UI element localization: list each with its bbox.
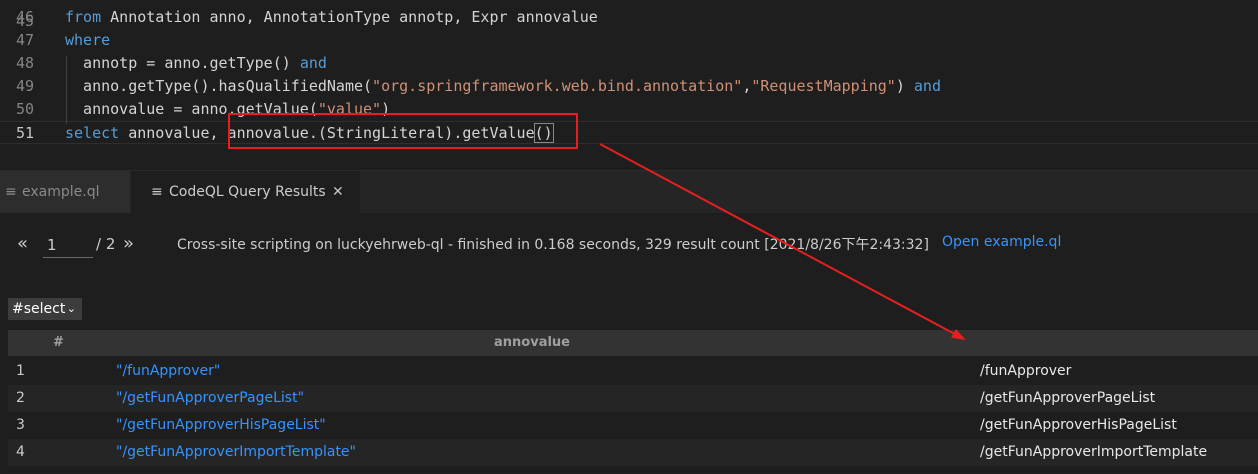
code-line[interactable]: 47 where [0,29,1258,52]
line-number: 46 [15,8,34,26]
highlight-box-annotation [228,113,578,149]
code-token: annotp = anno.getType() [65,54,300,72]
result-location-link[interactable]: "/getFunApproverHisPageList" [116,412,326,439]
code-token: , [742,77,752,95]
table-row: 1 "/funApprover" /funApprover [8,358,1258,385]
line-number: 50 [15,100,34,118]
table-row: 3 "/getFunApproverHisPageList" /getFunAp… [8,412,1258,439]
result-value: /funApprover [980,363,1072,379]
code-token: from [65,8,102,26]
line-number: 48 [15,54,34,72]
prev-page-button[interactable]: « [17,233,28,254]
result-set-selected-value: #select [12,301,66,317]
code-line[interactable]: 49 anno.getType().hasQualifiedName("org.… [0,75,1258,98]
row-index: 1 [16,363,25,379]
result-set-select[interactable]: #select ⌄ [8,298,82,320]
code-token: select [65,124,120,142]
result-location-link[interactable]: "/getFunApproverPageList" [116,385,304,412]
result-value: /getFunApproverPageList [980,390,1156,406]
code-token: and [913,77,941,95]
code-token: where [65,31,111,49]
code-text: where [65,29,110,52]
line-number: 47 [15,31,34,49]
page-number-input[interactable] [43,232,93,258]
line-number: 51 [15,124,34,142]
table-row: 2 "/getFunApproverPageList" /getFunAppro… [8,385,1258,412]
code-text: anno.getType().hasQualifiedName("org.spr… [65,75,941,98]
file-lines-icon: ≡ [5,184,17,200]
tab-example-ql[interactable]: ≡ example.ql [0,171,130,213]
code-line[interactable]: 50 annovalue = anno.getValue("value") [0,98,1258,121]
close-icon[interactable]: ✕ [332,171,344,213]
code-line[interactable]: 48 annotp = anno.getType() and [0,52,1258,75]
result-value: /getFunApproverImportTemplate [980,444,1208,460]
code-token: anno.getType().hasQualifiedName( [65,77,373,95]
table-row [8,466,1258,474]
code-line[interactable]: 46 from Annotation anno, AnnotationType a… [0,6,1258,29]
indent-guide [66,56,67,124]
code-text: annotp = anno.getType() and [65,52,327,75]
table-row: 4 "/getFunApproverImportTemplate" /getFu… [8,439,1258,466]
code-token: Annotation anno, AnnotationType annotp, … [101,8,598,26]
row-index: 2 [16,390,25,406]
code-editor[interactable]: 45 46 from Annotation anno, AnnotationTyp… [0,0,1258,170]
tab-codeql-query-results[interactable]: ≡ CodeQL Query Results ✕ [131,171,360,213]
code-token: ) [895,77,914,95]
row-index: 3 [16,417,25,433]
tab-label: example.ql [22,184,100,200]
result-location-link[interactable]: "/funApprover" [116,358,220,385]
tab-label: CodeQL Query Results [169,184,326,200]
result-value: /getFunApproverHisPageList [980,417,1177,433]
table-header: # annovalue [8,330,1258,356]
code-line[interactable]: 51 select annovalue, annovalue.(StringLit… [0,121,1258,144]
chevron-down-icon: ⌄ [66,302,76,315]
row-index: 4 [16,444,25,460]
code-text: from Annotation anno, AnnotationType ann… [65,6,598,29]
column-header-index[interactable]: # [53,330,64,356]
result-location-link[interactable]: "/getFunApproverImportTemplate" [116,439,356,466]
tab-bar: ≡ example.ql ≡ CodeQL Query Results ✕ [0,171,1258,213]
query-status-text: Cross-site scripting on luckyehrweb-ql -… [177,237,929,253]
next-page-button[interactable]: » [123,233,134,254]
line-number: 49 [15,77,34,95]
code-token: "RequestMapping" [751,77,896,95]
column-header-annovalue[interactable]: annovalue [494,330,570,356]
code-token: "org.springframework.web.bind.annotation… [372,77,743,95]
page-total: / 2 [96,235,116,253]
open-query-file-link[interactable]: Open example.ql [942,234,1061,250]
code-token: and [299,54,327,72]
file-lines-icon: ≡ [151,184,163,200]
